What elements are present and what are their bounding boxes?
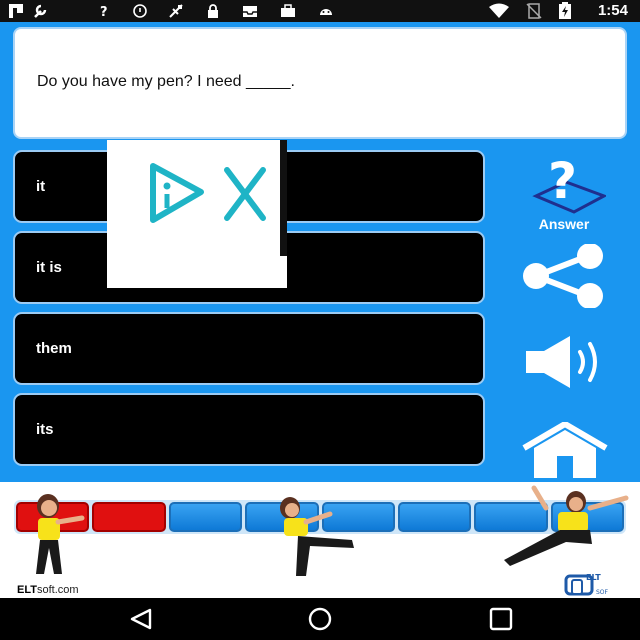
progress-segment xyxy=(397,502,472,532)
progress-segment xyxy=(168,502,243,532)
svg-text:?: ? xyxy=(548,152,577,210)
speaker-icon xyxy=(526,336,597,388)
alarm-icon xyxy=(133,4,147,18)
no-signal-icon xyxy=(169,4,183,18)
no-sim-icon xyxy=(526,3,542,19)
svg-text:SOFT: SOFT xyxy=(596,589,608,596)
briefcase-icon xyxy=(281,4,295,17)
status-time: 1:54 xyxy=(597,2,628,19)
help-icon: ? xyxy=(100,5,108,19)
share-button[interactable] xyxy=(520,243,606,309)
nav-bar xyxy=(0,598,640,640)
status-bar: ? 1:54 xyxy=(0,0,640,22)
answer-option-label: it is xyxy=(36,259,62,276)
eltsoft-brand[interactable]: ELTsoft.com xyxy=(17,584,79,596)
close-icon[interactable] xyxy=(223,166,267,222)
flipboard-icon xyxy=(9,4,23,18)
home-icon xyxy=(522,420,608,478)
inbox-icon xyxy=(243,6,257,17)
ad-edge xyxy=(280,140,287,256)
answer-option-3[interactable]: them xyxy=(13,312,485,385)
answer-icon: ? xyxy=(532,152,608,214)
share-icon xyxy=(523,243,603,309)
svg-text:ELT: ELT xyxy=(586,573,601,582)
wrench-icon xyxy=(34,4,47,18)
sound-button[interactable] xyxy=(524,334,606,390)
answer-option-label: it xyxy=(36,178,46,195)
girl-dancing-figure xyxy=(280,497,354,576)
battery-charging-icon xyxy=(559,2,571,19)
answer-label: Answer xyxy=(538,216,590,232)
svg-text:?: ? xyxy=(100,5,108,19)
eltsoft-logo-icon: ELT SOFT xyxy=(564,573,608,596)
lock-icon xyxy=(208,4,218,18)
girl-pointing-figure xyxy=(36,494,85,574)
answer-option-4[interactable]: its xyxy=(13,393,485,466)
wifi-icon xyxy=(489,3,509,18)
progress-segment xyxy=(92,502,166,532)
girl-jumping-figure xyxy=(504,485,629,566)
answer-option-label: its xyxy=(36,421,54,438)
back-icon[interactable] xyxy=(128,607,154,631)
brand-rest: soft.com xyxy=(36,584,79,596)
ad-choices-icon[interactable] xyxy=(145,160,215,230)
quiz-screen: Do you have my pen? I need _____. it it … xyxy=(0,22,640,482)
question-card: Do you have my pen? I need _____. xyxy=(13,27,627,139)
brand-bold: ELT xyxy=(17,584,37,596)
home-circle-icon[interactable] xyxy=(307,607,333,631)
android-icon xyxy=(320,9,332,15)
home-button[interactable] xyxy=(520,420,610,480)
recents-icon[interactable] xyxy=(488,607,514,631)
answer-button[interactable]: ? Answer xyxy=(522,152,608,234)
progress-panel: ELTsoft.com ELT SOFT xyxy=(0,482,640,598)
answer-option-label: them xyxy=(36,340,72,357)
question-text: Do you have my pen? I need _____. xyxy=(37,73,295,90)
ad-banner[interactable] xyxy=(107,140,287,288)
